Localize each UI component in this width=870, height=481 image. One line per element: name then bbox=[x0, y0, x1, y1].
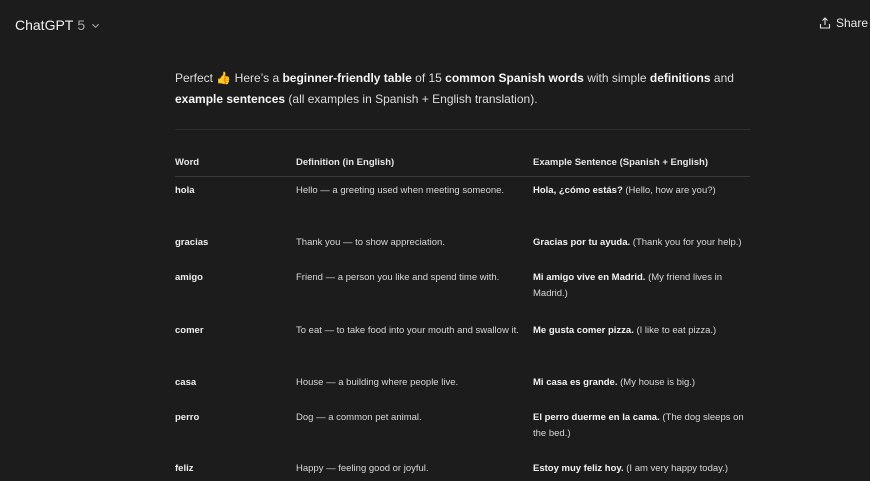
column-header-definition: Definition (in English) bbox=[296, 153, 533, 177]
example-cell: Hola, ¿cómo estás? (Hello, how are you?) bbox=[533, 177, 750, 230]
example-spanish: Mi amigo vive en Madrid. bbox=[533, 272, 646, 283]
example-english: (I am very happy today.) bbox=[623, 463, 728, 474]
example-cell: Me gusta comer pizza. (I like to eat piz… bbox=[533, 317, 750, 369]
example-cell: Estoy muy feliz hoy. (I am very happy to… bbox=[533, 455, 750, 481]
share-label: Share bbox=[835, 16, 868, 30]
share-button[interactable]: Share bbox=[819, 16, 868, 30]
word-cell: feliz bbox=[175, 463, 194, 474]
assistant-message: Perfect 👍 Here’s a beginner-friendly tab… bbox=[175, 68, 765, 110]
example-spanish: Gracias por tu ayuda. bbox=[533, 237, 631, 248]
intro-bold: example sentences bbox=[175, 92, 286, 106]
intro-bold: common Spanish words bbox=[445, 71, 584, 85]
vocab-table: Word Definition (in English) Example Sen… bbox=[175, 153, 750, 481]
intro-text: Perfect bbox=[175, 71, 217, 85]
word-cell: amigo bbox=[175, 272, 203, 283]
definition-cell: To eat — to take food into your mouth an… bbox=[296, 325, 519, 336]
example-spanish: Estoy muy feliz hoy. bbox=[533, 463, 624, 474]
chevron-down-icon bbox=[92, 23, 100, 28]
intro-text: of 15 bbox=[411, 71, 446, 85]
table-row: perro Dog — a common pet animal. El perr… bbox=[175, 404, 750, 455]
example-spanish: Mi casa es grande. bbox=[533, 377, 618, 388]
model-version: 5 bbox=[77, 17, 86, 33]
table-row: gracias Thank you — to show appreciation… bbox=[175, 229, 750, 264]
definition-cell: Friend — a person you like and spend tim… bbox=[296, 272, 500, 283]
share-icon bbox=[819, 17, 831, 29]
table-row: hola Hello — a greeting used when meetin… bbox=[175, 177, 750, 230]
example-cell: Gracias por tu ayuda. (Thank you for you… bbox=[533, 229, 750, 264]
example-spanish: Hola, ¿cómo estás? bbox=[533, 185, 623, 196]
definition-cell: Happy — feeling good or joyful. bbox=[296, 463, 429, 474]
definition-cell: Hello — a greeting used when meeting som… bbox=[296, 185, 505, 196]
thumbs-up-emoji: 👍 bbox=[216, 71, 232, 85]
brand-name: ChatGPT bbox=[15, 17, 74, 33]
intro-text: with simple bbox=[583, 71, 650, 85]
example-spanish: Me gusta comer pizza. bbox=[533, 325, 634, 336]
model-selector[interactable]: ChatGPT 5 bbox=[15, 17, 100, 33]
intro-bold: beginner-friendly table bbox=[282, 71, 412, 85]
table-header-row: Word Definition (in English) Example Sen… bbox=[175, 153, 750, 177]
table-row: feliz Happy — feeling good or joyful. Es… bbox=[175, 455, 750, 481]
example-cell: El perro duerme en la cama. (The dog sle… bbox=[533, 404, 750, 455]
intro-text: (all examples in Spanish + English trans… bbox=[285, 92, 538, 106]
word-cell: comer bbox=[175, 325, 204, 336]
intro-text: Here’s a bbox=[231, 71, 283, 85]
definition-cell: House — a building where people live. bbox=[296, 377, 459, 388]
table-row: comer To eat — to take food into your mo… bbox=[175, 317, 750, 369]
example-english: (I like to eat pizza.) bbox=[633, 325, 717, 336]
divider bbox=[175, 129, 750, 130]
intro-paragraph: Perfect 👍 Here’s a beginner-friendly tab… bbox=[175, 68, 765, 110]
definition-cell: Thank you — to show appreciation. bbox=[296, 237, 445, 248]
table-row: casa House — a building where people liv… bbox=[175, 369, 750, 404]
example-english: (My house is big.) bbox=[617, 377, 696, 388]
column-header-word: Word bbox=[175, 153, 296, 177]
word-cell: gracias bbox=[175, 237, 209, 248]
column-header-example: Example Sentence (Spanish + English) bbox=[533, 153, 750, 177]
word-cell: hola bbox=[175, 185, 195, 196]
example-cell: Mi amigo vive en Madrid. (My friend live… bbox=[533, 264, 750, 317]
example-cell: Mi casa es grande. (My house is big.) bbox=[533, 369, 750, 404]
table-row: amigo Friend — a person you like and spe… bbox=[175, 264, 750, 317]
example-spanish: El perro duerme en la cama. bbox=[533, 412, 660, 423]
intro-text: and bbox=[710, 71, 734, 85]
word-cell: perro bbox=[175, 412, 200, 423]
intro-bold: definitions bbox=[649, 71, 711, 85]
top-bar: ChatGPT 5 Share bbox=[0, 0, 870, 44]
definition-cell: Dog — a common pet animal. bbox=[296, 412, 422, 423]
example-english: (Hello, how are you?) bbox=[622, 185, 716, 196]
word-cell: casa bbox=[175, 377, 197, 388]
example-english: (Thank you for your help.) bbox=[630, 237, 742, 248]
